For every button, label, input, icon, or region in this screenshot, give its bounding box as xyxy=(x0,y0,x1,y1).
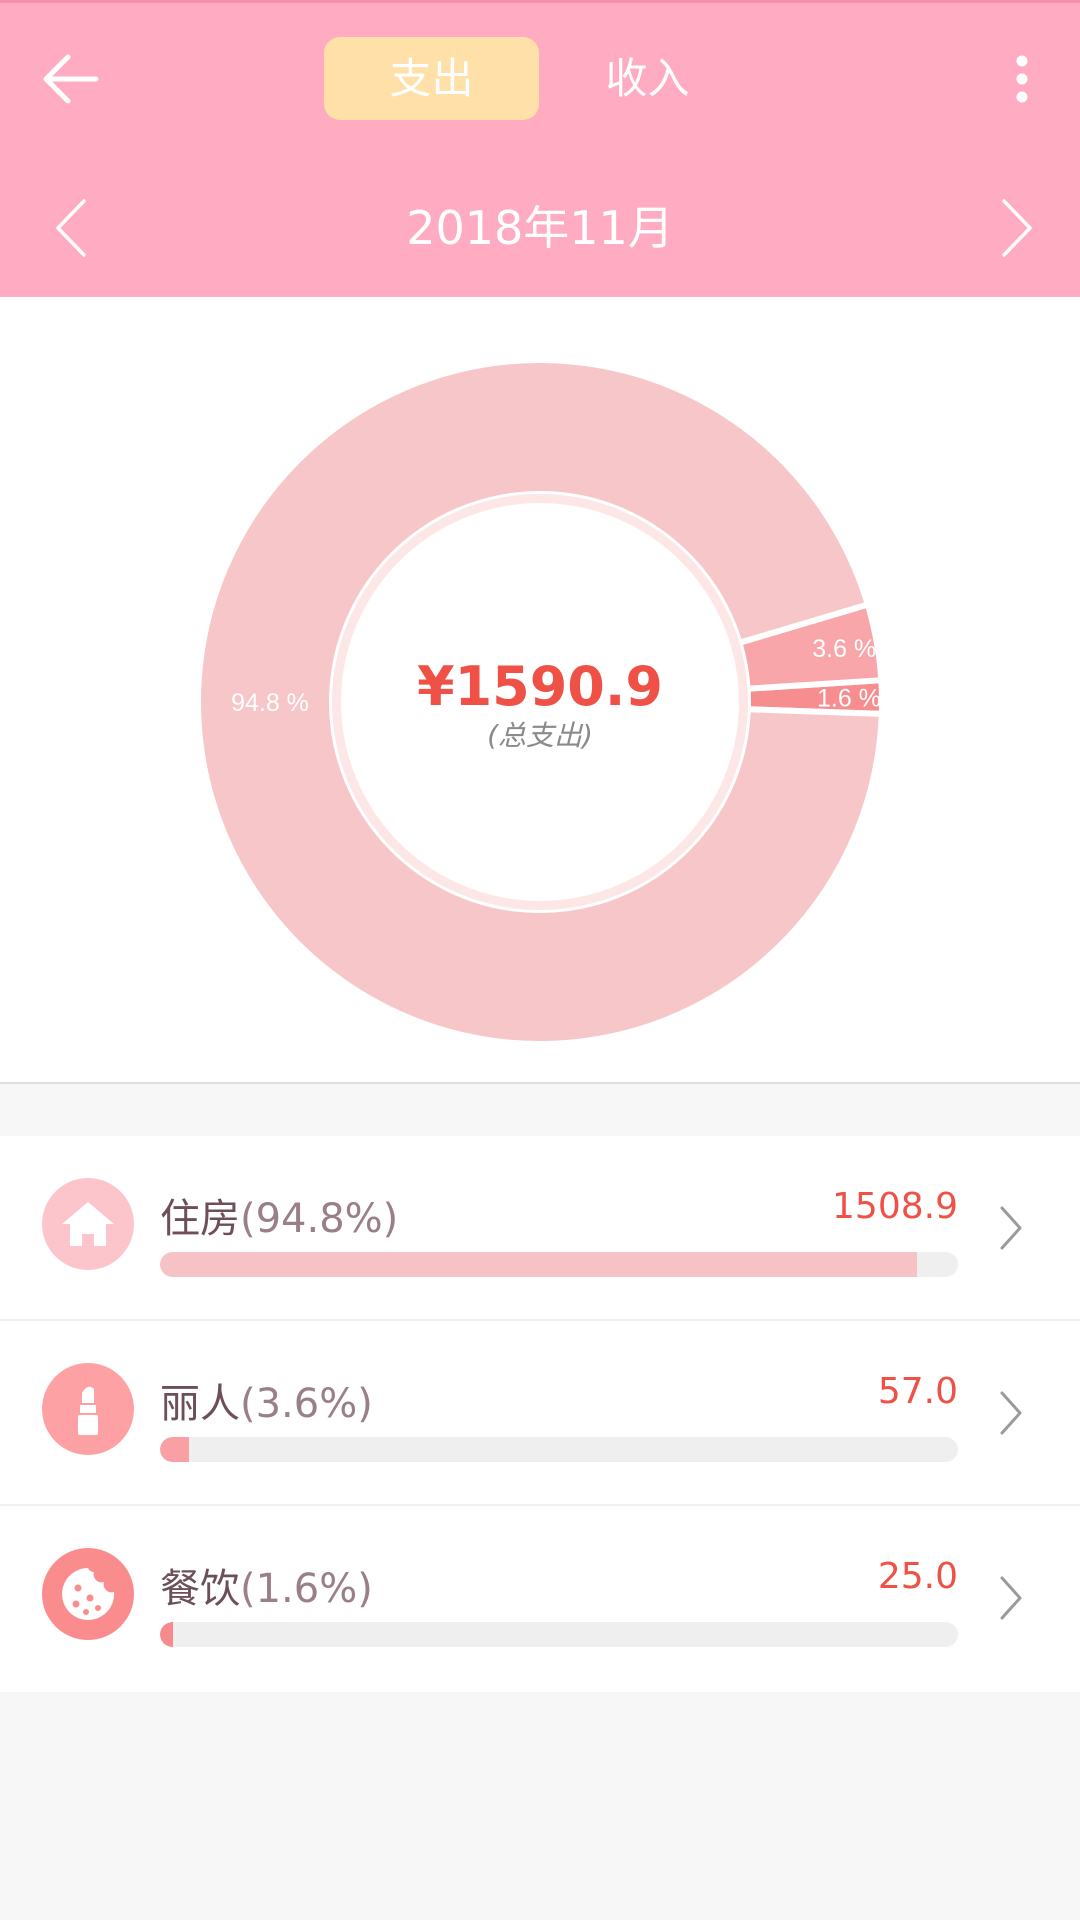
total-expense-amount: ¥1590.9 xyxy=(417,655,663,718)
total-expense-caption: (总支出) xyxy=(487,719,593,752)
category-list: 住房(94.8%) 1508.9 丽人(3.6%) 57.0 餐饮(1.6%) … xyxy=(0,1136,1080,1692)
donut-slice-label-0: 1.6 % xyxy=(817,685,881,713)
category-progress-bar xyxy=(160,1437,958,1462)
tab-income[interactable]: 收入 xyxy=(540,37,755,120)
category-name: 住房 xyxy=(160,1196,240,1242)
donut-slice-label-1: 3.6 % xyxy=(812,635,876,663)
category-amount: 1508.9 xyxy=(832,1186,958,1227)
app-header: 支出 收入 2018年11月 xyxy=(0,0,1080,297)
more-vertical-icon[interactable] xyxy=(1000,45,1044,113)
category-progress-fill xyxy=(160,1622,173,1647)
category-progress-fill xyxy=(160,1252,917,1277)
category-progress-bar xyxy=(160,1252,958,1277)
chevron-right-icon xyxy=(1000,1576,1022,1620)
chevron-right-icon xyxy=(1000,1206,1022,1250)
category-amount: 57.0 xyxy=(877,1371,958,1412)
category-name: 丽人 xyxy=(160,1381,240,1427)
category-progress-fill xyxy=(160,1437,189,1462)
current-month-label: 2018年11月 xyxy=(406,201,674,255)
house-icon xyxy=(42,1178,134,1270)
category-percent: (94.8%) xyxy=(240,1196,399,1242)
tab-expense[interactable]: 支出 xyxy=(324,37,539,120)
category-percent: (3.6%) xyxy=(240,1381,373,1427)
cookie-icon xyxy=(42,1548,134,1640)
list-item-housing[interactable]: 住房(94.8%) 1508.9 xyxy=(0,1136,1080,1321)
list-item-dining[interactable]: 餐饮(1.6%) 25.0 xyxy=(0,1506,1080,1692)
list-item-beauty[interactable]: 丽人(3.6%) 57.0 xyxy=(0,1321,1080,1506)
back-arrow-icon[interactable] xyxy=(36,45,116,113)
category-name: 餐饮 xyxy=(160,1566,240,1612)
category-amount: 25.0 xyxy=(877,1556,958,1597)
donut-slice-label-2: 94.8 % xyxy=(231,689,309,717)
prev-month-chevron-icon[interactable] xyxy=(48,193,98,263)
lipstick-icon xyxy=(42,1363,134,1455)
expense-donut-panel: 1.6 % 3.6 % 94.8 % ¥1590.9 (总支出) xyxy=(0,297,1080,1084)
category-percent: (1.6%) xyxy=(240,1566,373,1612)
chevron-right-icon xyxy=(1000,1391,1022,1435)
category-progress-bar xyxy=(160,1622,958,1647)
next-month-chevron-icon[interactable] xyxy=(990,193,1040,263)
